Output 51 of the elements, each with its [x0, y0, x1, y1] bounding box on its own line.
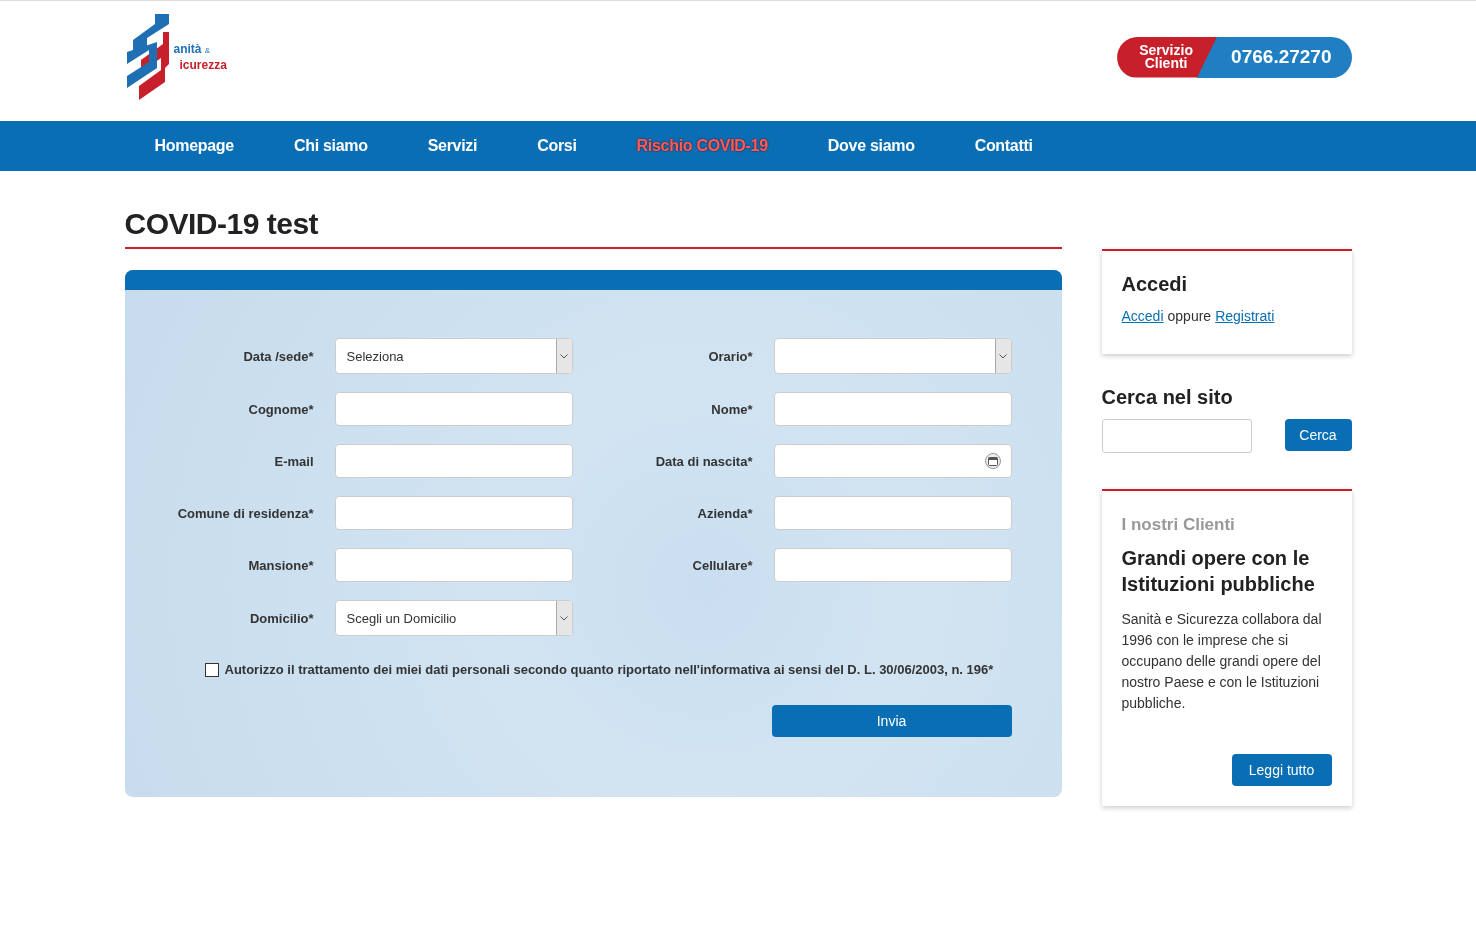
card-title: Grandi opere con le Istituzioni pubbliche — [1121, 546, 1316, 597]
page-title: COVID-19 test — [124, 207, 1062, 249]
card-kicker: I nostri Clienti — [1121, 515, 1236, 535]
field-label: Azienda* — [696, 505, 753, 521]
text-field[interactable] — [334, 496, 573, 530]
field-label: Orario* — [707, 348, 753, 364]
select-field[interactable]: Seleziona — [334, 338, 573, 374]
consent-label: Autorizzo il trattamento dei miei dati personali secondo quanto riportato nell'informativa ai sensi del D. L. 30/06/2003, n. 196* — [224, 662, 994, 677]
nav-link[interactable]: Servizi — [397, 137, 508, 155]
text-field[interactable] — [773, 392, 1012, 426]
nav-link[interactable]: Homepage — [124, 137, 264, 155]
search-field[interactable] — [1101, 419, 1252, 453]
date-field[interactable] — [773, 444, 1012, 478]
field-label: Mansione* — [247, 557, 314, 573]
calendar-icon — [984, 453, 1001, 469]
logo-text: anità — [173, 42, 202, 56]
field-label: Nome* — [710, 401, 753, 417]
field-label: Cellulare* — [691, 557, 753, 573]
text-field[interactable] — [334, 392, 573, 426]
text-field[interactable] — [773, 548, 1012, 582]
search-button[interactable]: Cerca — [1284, 419, 1352, 451]
card-text: Sanità e Sicurezza collabora dal 1996 con le imprese che si occupano delle grandi opere del nostro Paese e con le Istituzioni pubbliche. — [1121, 610, 1323, 713]
field-label: Data /sede* — [242, 348, 314, 364]
text-field[interactable] — [773, 496, 1012, 530]
logo-ampersand: & — [204, 46, 211, 55]
search-title: Cerca nel sito — [1101, 386, 1234, 409]
text-label: oppure — [1167, 308, 1212, 324]
text-field[interactable] — [334, 548, 573, 582]
text-field[interactable] — [334, 444, 573, 478]
register-link[interactable]: Registrati — [1215, 308, 1275, 324]
select-field[interactable] — [773, 338, 1012, 374]
chevron-down-icon — [999, 353, 1007, 359]
chevron-down-icon — [560, 615, 568, 621]
login-link[interactable]: Accedi — [1121, 308, 1164, 324]
field-label: E-mail — [273, 453, 314, 469]
nav-link[interactable]: Chi siamo — [263, 137, 398, 155]
logo-s-icon — [124, 12, 171, 102]
field-label: Comune di residenza* — [176, 505, 314, 521]
nav-link[interactable]: Corsi — [507, 137, 607, 155]
nav-link[interactable]: Dove siamo — [797, 137, 945, 155]
card-title: Accedi — [1121, 273, 1189, 296]
field-label: Domicilio* — [248, 610, 314, 626]
select-field[interactable]: Scegli un Domicilio — [334, 600, 573, 636]
read-more-button[interactable]: Leggi tutto — [1231, 754, 1332, 786]
chevron-down-icon — [560, 353, 568, 359]
field-label: Cognome* — [247, 401, 314, 417]
submit-button[interactable]: Invia — [771, 705, 1012, 737]
nav-link[interactable]: Contatti — [944, 137, 1063, 155]
field-label: Data di nascita* — [654, 453, 753, 469]
logo-text: icurezza — [179, 58, 227, 72]
checkbox[interactable] — [204, 662, 219, 677]
